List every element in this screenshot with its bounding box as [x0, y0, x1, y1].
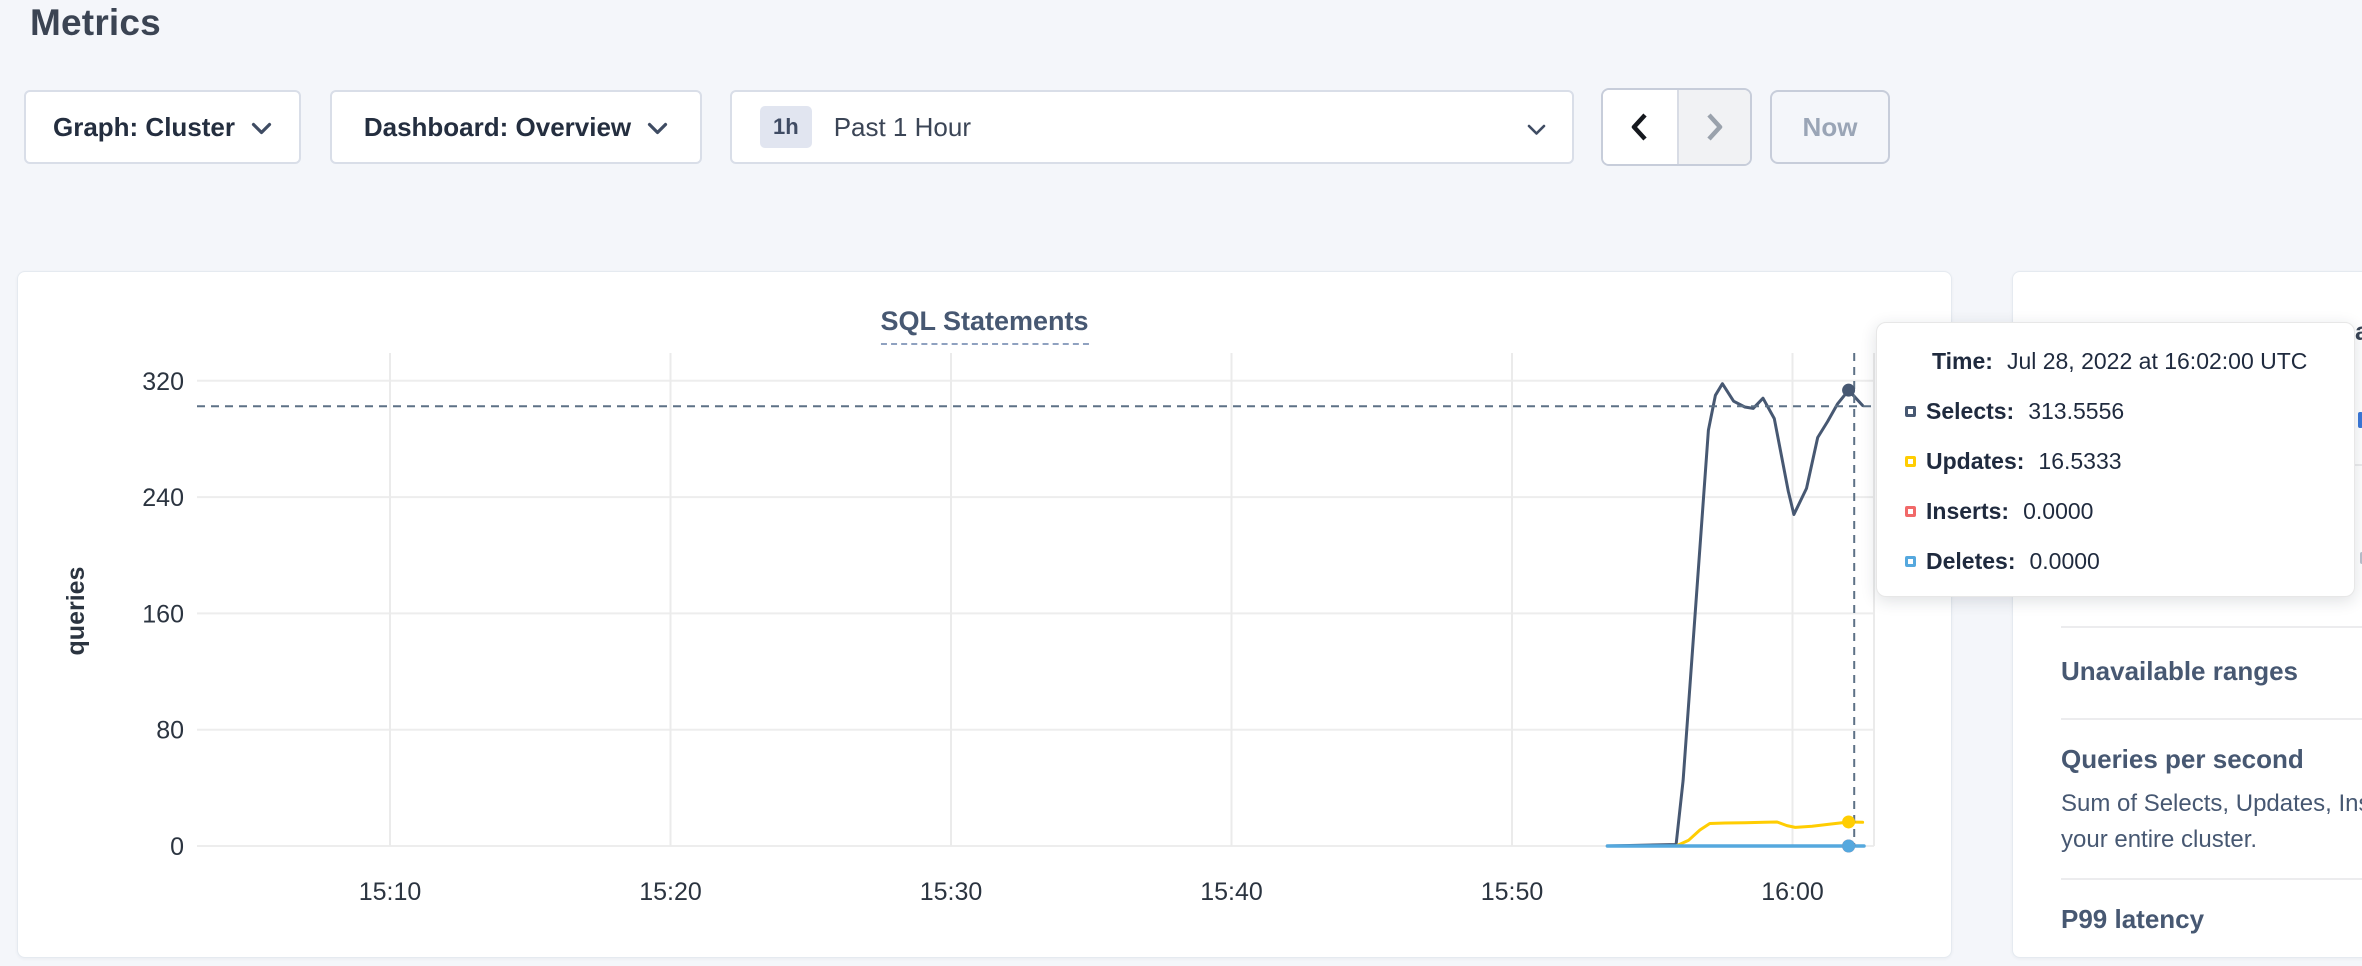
x-tick-label: 15:30 [920, 878, 983, 906]
dashboard-dropdown-label: Dashboard: Overview [364, 112, 631, 143]
graph-dropdown[interactable]: Graph: Cluster [24, 90, 301, 164]
chevron-right-icon [1702, 110, 1726, 144]
series-line-updates [1607, 822, 1862, 846]
x-tick-label: 16:00 [1761, 878, 1824, 906]
tooltip-series-row: Updates: 16.5333 [1905, 448, 2354, 474]
prev-timerange-button[interactable] [1603, 90, 1677, 164]
updates-swatch-icon [1905, 456, 1916, 467]
chevron-down-icon [647, 122, 668, 136]
sql-statements-chart-card: SQL Statements 08016024032015:1015:2015:… [17, 271, 1952, 958]
y-axis-label: queries [62, 567, 90, 656]
tooltip-series-value: 313.5556 [2028, 398, 2124, 424]
now-button[interactable]: Now [1770, 90, 1890, 164]
y-tick-label: 160 [142, 600, 184, 628]
chevron-left-icon [1628, 110, 1652, 144]
description-line: Sum of Selects, Updates, Inser [2061, 786, 2362, 822]
tooltip-time-row: Time: Jul 28, 2022 at 16:02:00 UTC [1932, 348, 2354, 374]
next-timerange-button[interactable] [1677, 90, 1751, 164]
y-tick-label: 320 [142, 368, 184, 396]
series-line-selects [1607, 384, 1862, 846]
sidebar-divider [2061, 878, 2362, 880]
tooltip-series-value: 0.0000 [2029, 548, 2099, 574]
tooltip-series-label: Selects: [1926, 398, 2014, 424]
tooltip-time-label: Time: [1932, 348, 1993, 374]
tooltip-series-label: Inserts: [1926, 498, 2009, 524]
tooltip-series-value: 16.5333 [2038, 448, 2121, 474]
tooltip-series-label: Updates: [1926, 448, 2024, 474]
x-tick-label: 15:10 [359, 878, 422, 906]
sidebar-divider [2061, 718, 2362, 720]
page-title: Metrics [30, 2, 161, 44]
sidebar-edge-text-fragment: a [2355, 318, 2362, 348]
hover-dot-selects [1842, 384, 1855, 397]
time-pager [1601, 88, 1752, 166]
tooltip-series-row: Selects: 313.5556 [1905, 398, 2354, 424]
graph-dropdown-label: Graph: Cluster [53, 112, 235, 143]
tooltip-series-row: Inserts: 0.0000 [1905, 498, 2354, 524]
tooltip-series-row: Deletes: 0.0000 [1905, 548, 2354, 574]
tooltip-series-label: Deletes: [1926, 548, 2015, 574]
selects-swatch-icon [1905, 406, 1916, 417]
hover-dot-updates [1842, 815, 1855, 828]
chart-tooltip: Time: Jul 28, 2022 at 16:02:00 UTC Selec… [1876, 322, 2355, 597]
description-line: your entire cluster. [2061, 822, 2362, 858]
chevron-down-icon [1527, 124, 1546, 137]
sidebar-heading-queries-per-second: Queries per second [2061, 744, 2304, 775]
time-range-selector[interactable]: 1h Past 1 Hour [730, 90, 1574, 164]
x-tick-label: 15:40 [1200, 878, 1263, 906]
x-tick-label: 15:50 [1481, 878, 1544, 906]
sidebar-divider [2061, 626, 2362, 628]
deletes-swatch-icon [1905, 556, 1916, 567]
hover-dot-deletes [1842, 840, 1855, 853]
dashboard-dropdown[interactable]: Dashboard: Overview [330, 90, 702, 164]
x-tick-label: 15:20 [639, 878, 702, 906]
time-range-badge: 1h [760, 106, 812, 148]
sql-statements-chart-svg[interactable]: 0 80 160 240 320 15:10 15:20 15:30 15:40 15:50 16:… [18, 272, 1953, 959]
y-tick-label: 0 [170, 833, 184, 861]
sidebar-heading-p99-latency: P99 latency [2061, 904, 2204, 935]
sidebar-edge-blue-fragment [2358, 412, 2362, 428]
queries-per-second-description: Sum of Selects, Updates, Inser your enti… [2061, 786, 2362, 858]
tooltip-time-value: Jul 28, 2022 at 16:02:00 UTC [2007, 348, 2307, 374]
inserts-swatch-icon [1905, 506, 1916, 517]
tooltip-series-value: 0.0000 [2023, 498, 2093, 524]
sidebar-heading-unavailable-ranges: Unavailable ranges [2061, 656, 2298, 687]
y-tick-label: 80 [156, 717, 184, 745]
y-tick-label: 240 [142, 484, 184, 512]
chevron-down-icon [251, 122, 272, 136]
time-range-label: Past 1 Hour [834, 112, 971, 143]
